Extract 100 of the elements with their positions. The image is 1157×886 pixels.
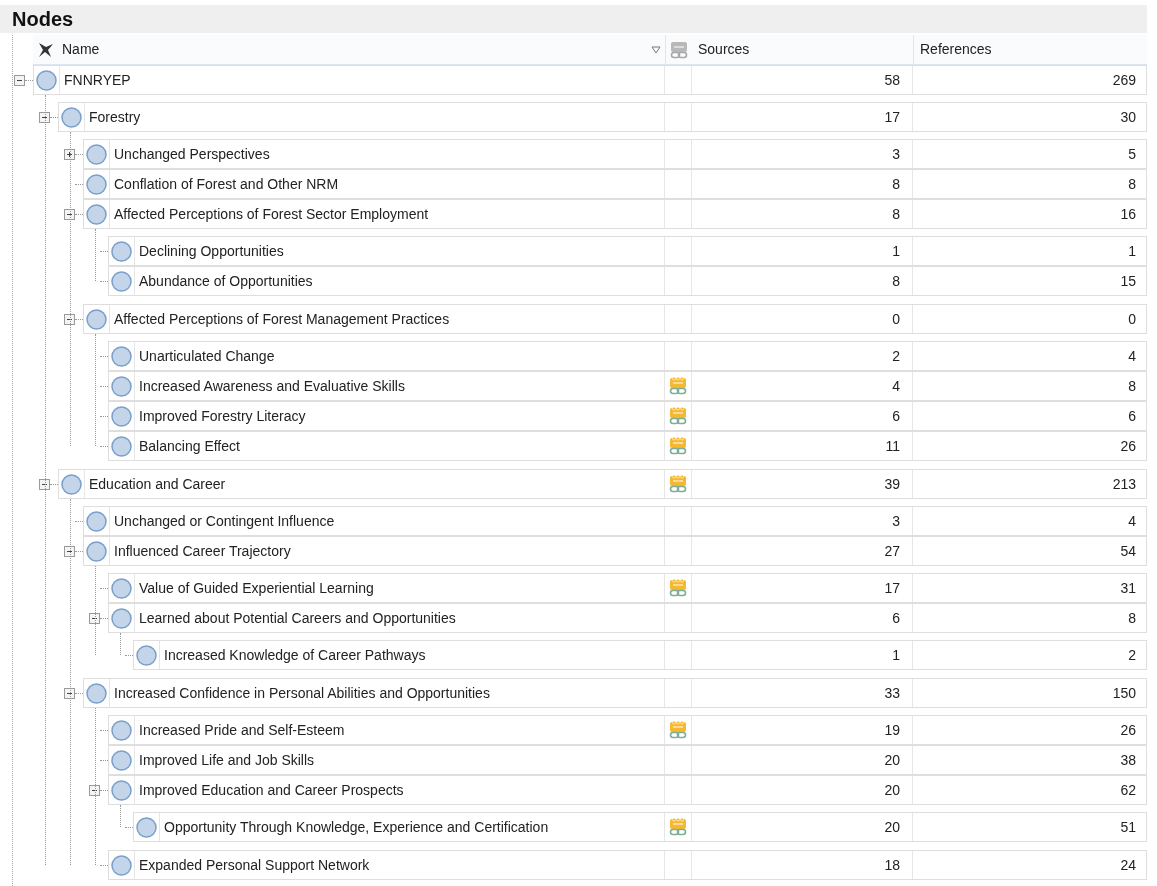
node-name: Value of Guided Experiential Learning bbox=[139, 578, 374, 598]
node-name: Expanded Personal Support Network bbox=[139, 855, 370, 875]
references-count: 150 bbox=[1112, 683, 1136, 703]
node-name: Increased Knowledge of Career Pathways bbox=[164, 645, 426, 665]
references-count: 62 bbox=[1120, 780, 1136, 800]
tree-row[interactable]: Balancing Effect 11 26 bbox=[108, 431, 1147, 461]
memo-link-icon bbox=[670, 39, 688, 60]
tree-row[interactable]: FNNRYEP 58 269 bbox=[33, 65, 1147, 95]
tree-row[interactable]: Learned about Potential Careers and Opportunities 6 8 bbox=[108, 603, 1147, 633]
sources-count: 1 bbox=[892, 241, 900, 261]
tree-row[interactable]: Declining Opportunities 1 1 bbox=[108, 236, 1147, 266]
tree-row[interactable]: Conflation of Forest and Other NRM 8 8 bbox=[83, 169, 1147, 199]
node-name: Improved Education and Career Prospects bbox=[139, 780, 404, 800]
sources-count: 1 bbox=[892, 645, 900, 665]
node-name: Forestry bbox=[89, 107, 141, 127]
sources-count: 19 bbox=[884, 720, 900, 740]
tree-row[interactable]: Increased Confidence in Personal Abilities and Opportunities 33 150 bbox=[83, 678, 1147, 708]
expand-toggle[interactable] bbox=[64, 148, 75, 160]
node-name: Increased Confidence in Personal Abilities and Opportunities bbox=[114, 683, 490, 703]
expand-toggle[interactable] bbox=[64, 208, 75, 220]
expand-toggle[interactable] bbox=[64, 545, 75, 557]
node-name: Declining Opportunities bbox=[139, 241, 284, 261]
node-name: Balancing Effect bbox=[139, 436, 240, 456]
tree-row[interactable]: Improved Life and Job Skills 20 38 bbox=[108, 745, 1147, 775]
tree-row[interactable]: Expanded Personal Support Network 18 24 bbox=[108, 850, 1147, 880]
expand-toggle[interactable] bbox=[39, 111, 50, 123]
sources-count: 11 bbox=[885, 436, 900, 456]
tree-row[interactable]: Increased Knowledge of Career Pathways 1 2 bbox=[133, 640, 1147, 670]
tree-row[interactable]: Value of Guided Experiential Learning 17 31 bbox=[108, 573, 1147, 603]
column-label[interactable]: Name bbox=[62, 39, 100, 60]
references-count: 31 bbox=[1120, 578, 1136, 598]
references-count: 1 bbox=[1128, 241, 1136, 261]
node-circle-icon bbox=[111, 607, 132, 629]
expand-toggle[interactable] bbox=[89, 612, 100, 624]
references-count: 213 bbox=[1112, 474, 1136, 494]
node-name: Abundance of Opportunities bbox=[139, 271, 313, 291]
references-count: 8 bbox=[1128, 174, 1136, 194]
node-name: Learned about Potential Careers and Opportunities bbox=[139, 608, 456, 628]
sources-count: 8 bbox=[892, 271, 900, 291]
sources-count: 33 bbox=[884, 683, 900, 703]
sources-count: 39 bbox=[884, 474, 900, 494]
sources-count: 17 bbox=[884, 107, 900, 127]
node-name: Unchanged or Contingent Influence bbox=[114, 511, 335, 531]
tree-row[interactable]: Increased Awareness and Evaluative Skills 4 8 bbox=[108, 371, 1147, 401]
tree-row[interactable]: Affected Perceptions of Forest Management Practices 0 0 bbox=[83, 304, 1147, 334]
node-name: Influenced Career Trajectory bbox=[114, 541, 291, 561]
node-circle-icon bbox=[136, 816, 157, 838]
tree-row[interactable]: Opportunity Through Knowledge, Experience and Certification 20 51 bbox=[133, 812, 1147, 842]
expand-toggle[interactable] bbox=[64, 313, 75, 325]
sort-icon[interactable] bbox=[651, 45, 661, 54]
node-name: Opportunity Through Knowledge, Experience and Certification bbox=[164, 817, 549, 837]
tree-row[interactable]: Improved Forestry Literacy 6 6 bbox=[108, 401, 1147, 431]
references-count: 4 bbox=[1128, 511, 1136, 531]
tree-row[interactable]: Increased Pride and Self-Esteem 19 26 bbox=[108, 715, 1147, 745]
tree-row[interactable]: Influenced Career Trajectory 27 54 bbox=[83, 536, 1147, 566]
sources-count: 3 bbox=[892, 511, 900, 531]
node-circle-icon bbox=[111, 749, 132, 771]
node-circle-icon bbox=[61, 106, 82, 128]
references-count: 269 bbox=[1112, 70, 1136, 90]
references-count: 8 bbox=[1128, 608, 1136, 628]
tree-row[interactable]: Abundance of Opportunities 8 15 bbox=[108, 266, 1147, 296]
references-count: 5 bbox=[1128, 144, 1136, 164]
references-count: 0 bbox=[1128, 309, 1136, 329]
sources-count: 20 bbox=[884, 780, 900, 800]
panel-title: Nodes bbox=[12, 7, 74, 32]
tree-row[interactable]: Affected Perceptions of Forest Sector Employment 8 16 bbox=[83, 199, 1147, 229]
references-count: 4 bbox=[1128, 346, 1136, 366]
references-count: 2 bbox=[1128, 645, 1136, 665]
node-circle-icon bbox=[86, 173, 107, 195]
tree-row[interactable]: Unchanged Perspectives 3 5 bbox=[83, 139, 1147, 169]
expand-toggle[interactable] bbox=[64, 687, 75, 699]
references-count: 26 bbox=[1120, 436, 1136, 456]
references-count: 38 bbox=[1120, 750, 1136, 770]
tree-row[interactable]: Education and Career 39 213 bbox=[58, 469, 1147, 499]
node-circle-icon bbox=[111, 405, 132, 427]
expand-toggle[interactable] bbox=[39, 478, 50, 490]
node-name: Increased Pride and Self-Esteem bbox=[139, 720, 345, 740]
column-label[interactable]: Sources bbox=[698, 39, 750, 60]
references-count: 16 bbox=[1120, 204, 1136, 224]
expand-toggle[interactable] bbox=[14, 74, 25, 86]
sources-count: 17 bbox=[884, 578, 900, 598]
references-count: 51 bbox=[1120, 817, 1136, 837]
node-circle-icon bbox=[111, 577, 132, 599]
sources-count: 18 bbox=[884, 855, 900, 875]
sources-count: 3 bbox=[892, 144, 900, 164]
node-circle-icon bbox=[111, 375, 132, 397]
node-circle-icon bbox=[111, 854, 132, 876]
node-name: Unarticulated Change bbox=[139, 346, 275, 366]
tree-row[interactable]: Improved Education and Career Prospects 20 62 bbox=[108, 775, 1147, 805]
tree-row[interactable]: Unchanged or Contingent Influence 3 4 bbox=[83, 506, 1147, 536]
tree-row[interactable]: Unarticulated Change 2 4 bbox=[108, 341, 1147, 371]
node-circle-icon bbox=[136, 644, 157, 666]
references-count: 26 bbox=[1120, 720, 1136, 740]
expand-toggle[interactable] bbox=[89, 784, 100, 796]
node-circle-icon bbox=[86, 510, 107, 532]
column-label[interactable]: References bbox=[920, 39, 992, 60]
tree-row[interactable]: Forestry 17 30 bbox=[58, 102, 1147, 132]
node-circle-icon bbox=[86, 143, 107, 165]
node-name: Improved Forestry Literacy bbox=[139, 406, 306, 426]
node-circle-icon bbox=[36, 69, 57, 91]
